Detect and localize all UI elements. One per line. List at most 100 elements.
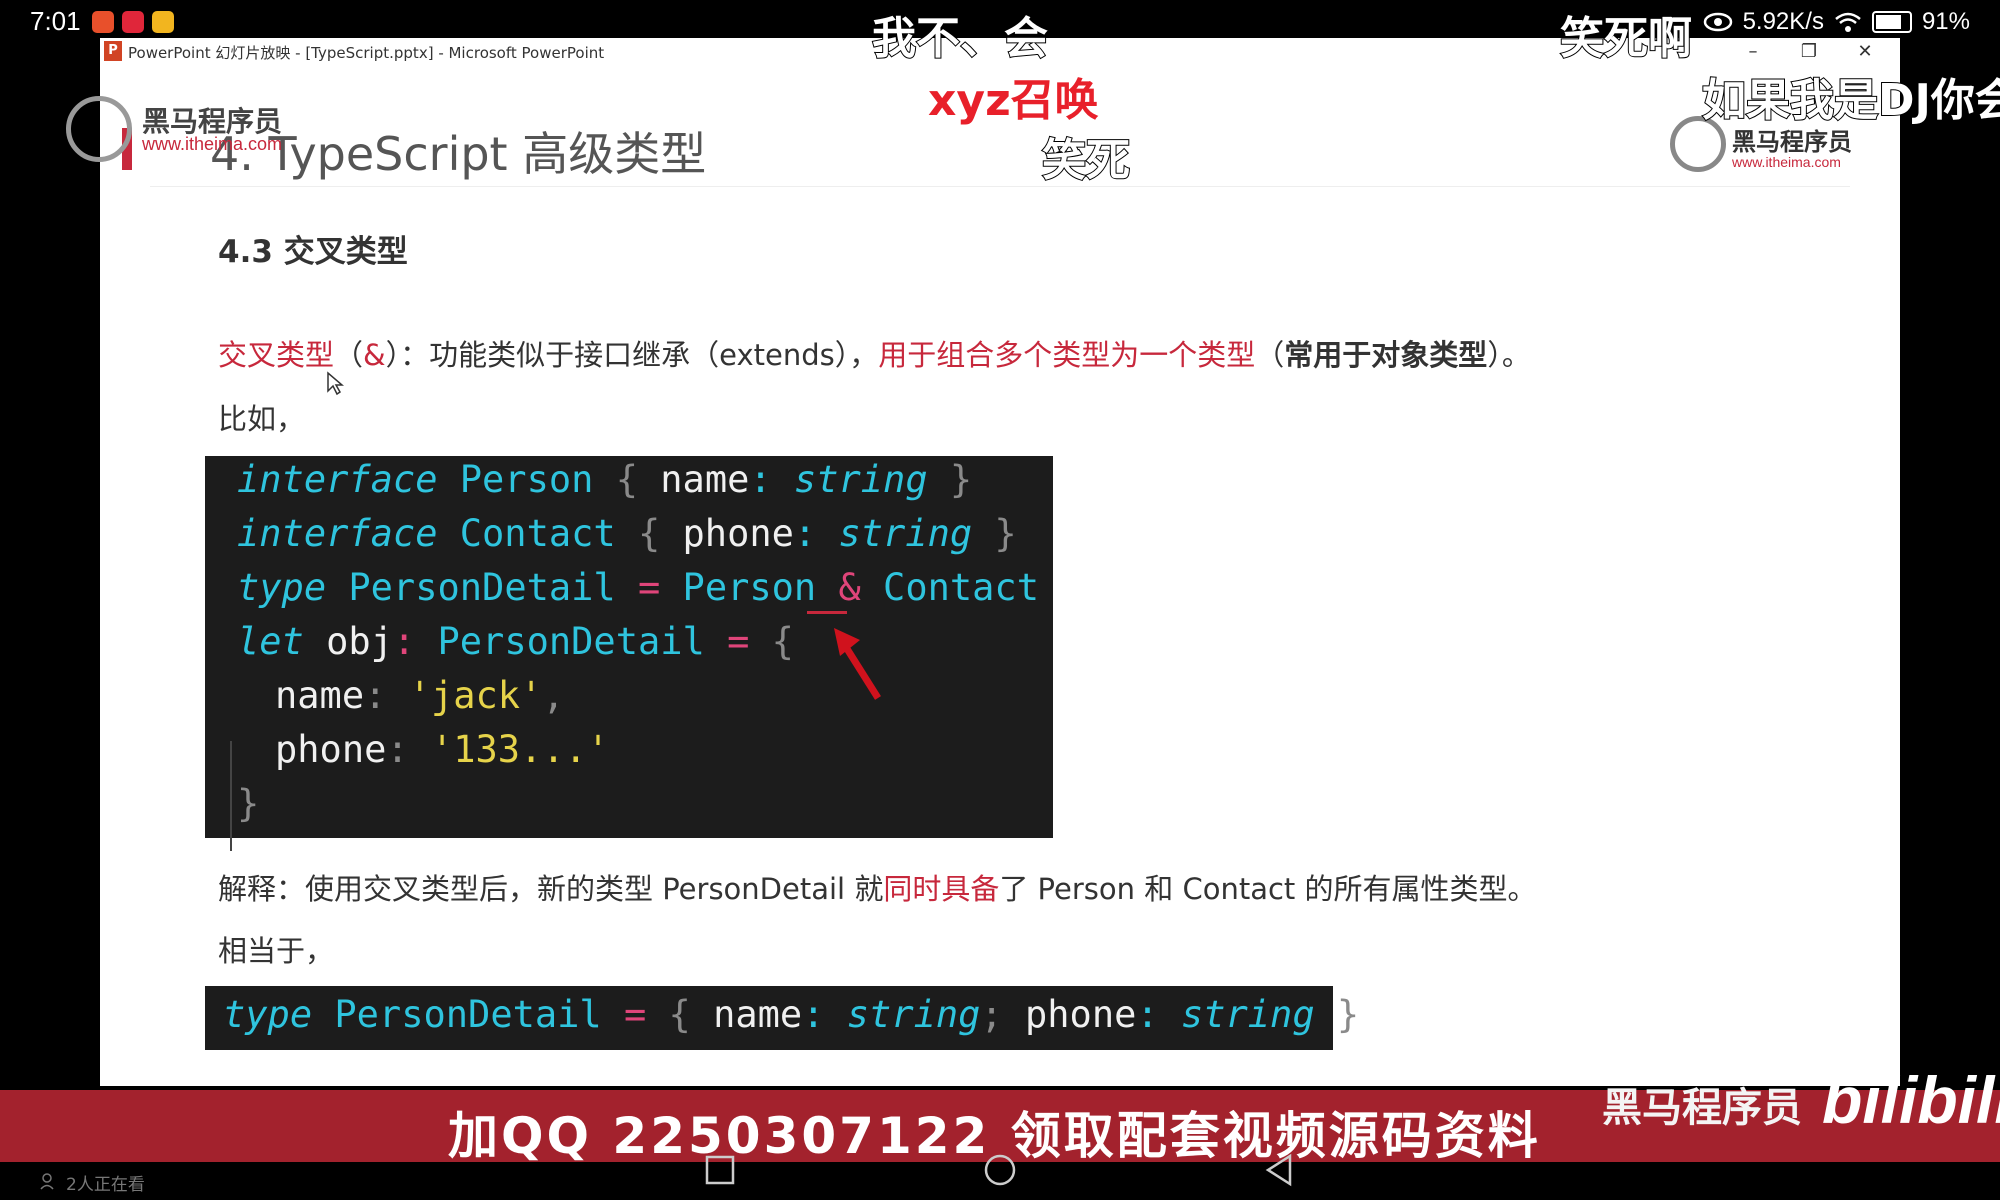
punctuation: } xyxy=(972,512,1017,555)
code-line-equivalent: type PersonDetail = { name: string; phon… xyxy=(223,993,1359,1036)
slide-title: 4. TypeScript 高级类型 xyxy=(210,127,707,181)
type-name: PersonDetail xyxy=(326,566,638,609)
punctuation: { xyxy=(668,993,714,1036)
text: （ xyxy=(334,338,364,372)
indent-guide xyxy=(230,741,232,851)
text: （ xyxy=(1255,338,1285,372)
type-keyword: string xyxy=(838,512,973,555)
status-time: 7:01 xyxy=(30,6,81,36)
text: 了 Person 和 Contact 的所有属性类型。 xyxy=(999,872,1537,906)
slide: 4. TypeScript 高级类型 黑马程序员 www.itheima.com… xyxy=(100,66,1900,1086)
explanation-highlight: 同时具备 xyxy=(883,872,1000,906)
eye-icon xyxy=(1703,12,1732,32)
code-line-6: phone: '133...' xyxy=(275,728,609,771)
text: 解释：使用交叉类型后，新的类型 PersonDetail 就 xyxy=(218,872,884,906)
punctuation: , xyxy=(542,674,565,717)
home-icon[interactable] xyxy=(980,1150,1020,1190)
code-line-1: interface Person { name: string } xyxy=(237,458,972,501)
code-block-equivalent: type PersonDetail = { name: string; phon… xyxy=(205,986,1359,1050)
punctuation: : xyxy=(386,728,431,771)
keyword: type xyxy=(237,566,327,609)
punctuation: } xyxy=(927,458,973,501)
intersection-operator: & xyxy=(838,566,861,609)
type-keyword: string xyxy=(846,993,981,1036)
mail-icon xyxy=(152,11,174,33)
status-right-cluster: 5.92K/s 91% xyxy=(1703,8,1970,36)
property: phone xyxy=(682,512,794,555)
keyword: interface xyxy=(237,512,438,555)
type-name: PersonDetail xyxy=(312,993,624,1036)
punctuation: : xyxy=(802,993,847,1036)
code-line-4: let obj: PersonDetail = { xyxy=(237,620,794,663)
punctuation: { xyxy=(637,512,683,555)
punctuation: : xyxy=(364,674,409,717)
watermark-logo-text: 黑马程序员 xyxy=(1602,1085,1802,1131)
close-button[interactable]: ✕ xyxy=(1842,38,1888,66)
punctuation: : xyxy=(1136,993,1181,1036)
code-line-7: } xyxy=(237,782,260,825)
operator: = xyxy=(637,566,683,609)
danmaku-comment: 我不、会 xyxy=(871,12,1049,65)
operator: = xyxy=(623,993,669,1036)
keyword: let xyxy=(237,620,304,663)
string-value: 'jack' xyxy=(408,674,543,717)
punctuation: } xyxy=(1314,993,1360,1036)
punctuation: { xyxy=(615,458,661,501)
powerpoint-icon: P xyxy=(104,41,122,61)
wifi-icon xyxy=(1835,12,1861,32)
viewers-icon xyxy=(40,1173,54,1190)
property: name xyxy=(275,674,365,717)
app-notification-icon xyxy=(92,11,114,33)
back-icon[interactable] xyxy=(1260,1150,1300,1190)
amp-underline xyxy=(807,611,847,614)
recents-icon[interactable] xyxy=(700,1150,740,1190)
code-line-3: type PersonDetail = Person & Contact xyxy=(237,566,1039,609)
usage-bold: 常用于对象类型 xyxy=(1284,338,1488,372)
logo-left-url: www.itheima.com xyxy=(142,134,283,154)
network-speed: 5.92K/s xyxy=(1742,8,1824,35)
code-line-5: name: 'jack', xyxy=(275,674,565,717)
punctuation: : xyxy=(749,458,794,501)
text: ）：功能类似于接口继承（extends）， xyxy=(385,338,879,372)
operator: = xyxy=(727,620,772,663)
type-name: Person xyxy=(437,458,616,501)
explanation-paragraph: 解释：使用交叉类型后，新的类型 PersonDetail 就同时具备了 Pers… xyxy=(218,866,1537,908)
term-highlight: 交叉类型 xyxy=(218,338,335,372)
restore-button[interactable]: ❐ xyxy=(1786,38,1832,66)
cursor-icon xyxy=(327,371,344,396)
viewers-count: 2人正在看 xyxy=(66,1175,145,1195)
itheima-logo-icon xyxy=(66,96,132,162)
punctuation: ; xyxy=(980,993,1025,1036)
danmaku-comment: xyz召唤 xyxy=(927,74,1100,127)
minimize-button[interactable]: – xyxy=(1730,38,1776,66)
punctuation: { xyxy=(771,620,794,663)
example-intro: 比如， xyxy=(218,402,306,436)
danmaku-comment: 笑死啊 xyxy=(1559,12,1693,65)
danmaku-comment: 笑死 xyxy=(1041,134,1131,187)
string-value: '133...' xyxy=(430,728,610,771)
type-name: Person xyxy=(682,566,839,609)
title-divider xyxy=(150,186,1850,187)
window-title: PowerPoint 幻灯片放映 - [TypeScript.pptx] - M… xyxy=(128,44,605,62)
equivalent-intro: 相当于， xyxy=(218,934,335,968)
app-notification-icon xyxy=(122,11,144,33)
logo-right-url: www.itheima.com xyxy=(1732,154,1841,170)
punctuation: : xyxy=(793,512,839,555)
code-block-intersection: interface Person { name: string } interf… xyxy=(205,456,1053,838)
type-name: Contact xyxy=(860,566,1039,609)
amp-symbol: & xyxy=(363,338,386,372)
arrow-icon xyxy=(834,628,881,700)
danmaku-comment: 如果我是DJ你会 xyxy=(1701,74,2000,127)
variable: obj xyxy=(303,620,393,663)
property: phone xyxy=(1025,993,1137,1036)
text: ）。 xyxy=(1487,338,1531,372)
type-name: Contact xyxy=(437,512,638,555)
keyword: interface xyxy=(237,458,438,501)
code-line-2: interface Contact { phone: string } xyxy=(237,512,1017,555)
purpose-highlight: 用于组合多个类型为一个类型 xyxy=(878,338,1256,372)
property: name xyxy=(713,993,803,1036)
bilibili-logo: bilibili xyxy=(1822,1063,2000,1137)
battery-icon xyxy=(1871,11,1912,33)
property: name xyxy=(660,458,750,501)
punctuation: : xyxy=(392,620,438,663)
